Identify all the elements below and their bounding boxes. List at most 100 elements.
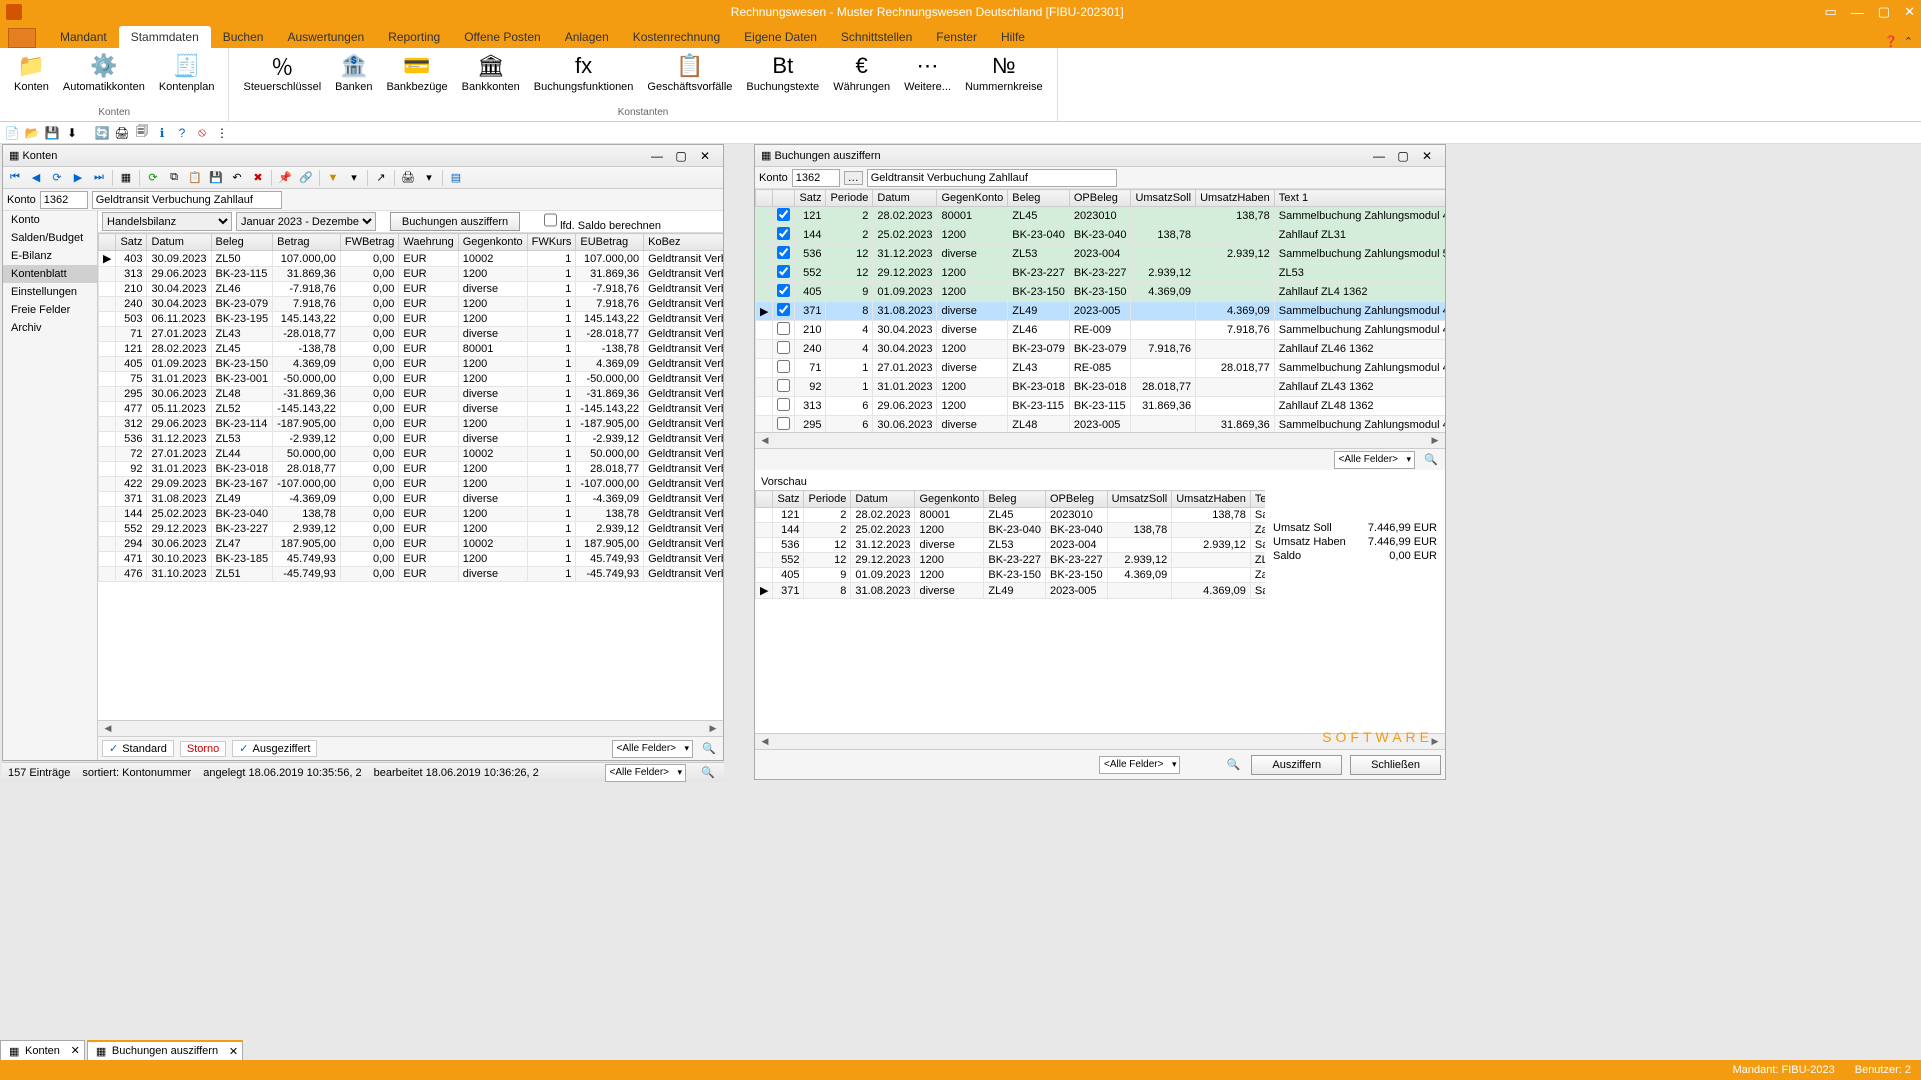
menu-buchen[interactable]: Buchen: [211, 26, 276, 48]
ribbon-buchungsfunktionen[interactable]: fxBuchungsfunktionen: [528, 50, 640, 95]
menu-anlagen[interactable]: Anlagen: [553, 26, 621, 48]
table-row[interactable]: 210430.04.2023diverseZL46RE-0097.918,76S…: [756, 321, 1446, 340]
table-row[interactable]: 40501.09.2023BK-23-1504.369,090,00EUR120…: [99, 357, 724, 372]
ribbon-bankbezge[interactable]: 💳Bankbezüge: [380, 50, 453, 95]
tb-print-icon[interactable]: 🖨: [398, 169, 418, 187]
ribbon-buchungstexte[interactable]: BtBuchungstexte: [740, 50, 825, 95]
table-row[interactable]: 7127.01.2023ZL43-28.018,770,00EURdiverse…: [99, 327, 724, 342]
konten-grid[interactable]: SatzDatumBelegBetragFWBetragWaehrungGege…: [98, 233, 723, 720]
table-row[interactable]: 121228.02.202380001ZL452023010138,78Samm…: [756, 207, 1446, 226]
qat-new-icon[interactable]: 📄: [4, 125, 20, 141]
win-minimize-icon[interactable]: ―: [645, 149, 669, 163]
app-menu-button[interactable]: [8, 28, 36, 48]
maximize-icon[interactable]: ▢: [1878, 4, 1890, 20]
table-row[interactable]: ▶371831.08.2023diverseZL492023-0054.369,…: [756, 583, 1266, 599]
qat-info-icon[interactable]: ℹ: [154, 125, 170, 141]
qat-import-icon[interactable]: ⬇: [64, 125, 80, 141]
table-row[interactable]: 405901.09.20231200BK-23-150BK-23-1504.36…: [756, 283, 1446, 302]
ribbon-automatikkonten[interactable]: ⚙️Automatikkonten: [57, 50, 151, 95]
table-row[interactable]: 29530.06.2023ZL48-31.869,360,00EURdivers…: [99, 387, 724, 402]
ribbon-whrungen[interactable]: €Währungen: [827, 50, 896, 95]
nav-first-icon[interactable]: ⏮: [5, 169, 25, 187]
ribbon-steuerschlssel[interactable]: ％Steuerschlüssel: [237, 50, 327, 95]
menu-kostenrechnung[interactable]: Kostenrechnung: [621, 26, 732, 48]
bilanz-select[interactable]: Handelsbilanz: [102, 212, 232, 231]
tb-delete-icon[interactable]: ✖: [248, 169, 268, 187]
table-row[interactable]: 313629.06.20231200BK-23-115BK-23-11531.8…: [756, 397, 1446, 416]
konto-lookup-button[interactable]: …: [844, 171, 863, 185]
sidebar-item-kontenblatt[interactable]: Kontenblatt: [3, 265, 97, 283]
left-search-icon[interactable]: 🔍: [699, 740, 719, 758]
right-search-icon[interactable]: 🔍: [1421, 451, 1441, 469]
qat-refresh-icon[interactable]: 🔄: [94, 125, 110, 141]
close-icon[interactable]: ✕: [1904, 4, 1915, 20]
row-checkbox[interactable]: [777, 379, 790, 392]
nav-next-icon[interactable]: ▶: [68, 169, 88, 187]
menu-hilfe[interactable]: Hilfe: [989, 26, 1037, 48]
table-row[interactable]: 12128.02.2023ZL45-138,780,00EUR800011-13…: [99, 342, 724, 357]
table-row[interactable]: 144225.02.20231200BK-23-040BK-23-040138,…: [756, 523, 1266, 538]
qat-print-icon[interactable]: 🖨: [114, 125, 130, 141]
schliessen-button[interactable]: Schließen: [1350, 755, 1441, 775]
tab-buchungenausziffern[interactable]: ▦Buchungen ausziffern✕: [87, 1040, 243, 1060]
status-search-icon[interactable]: 🔍: [698, 764, 718, 782]
row-checkbox[interactable]: [777, 417, 790, 430]
table-row[interactable]: 37131.08.2023ZL49-4.369,090,00EURdiverse…: [99, 492, 724, 507]
ribbon-expand-icon[interactable]: ⌃: [1904, 35, 1913, 48]
win-close-icon[interactable]: ✕: [1415, 149, 1439, 163]
tb-copy-icon[interactable]: ⧉: [164, 169, 184, 187]
tb-filter-icon[interactable]: ▼: [323, 169, 343, 187]
tb-pin-icon[interactable]: 📌: [275, 169, 295, 187]
saldo-checkbox[interactable]: [544, 211, 557, 229]
table-row[interactable]: 29430.06.2023ZL47187.905,000,00EUR100021…: [99, 537, 724, 552]
tab-konten[interactable]: ▦Konten✕: [0, 1040, 85, 1060]
row-checkbox[interactable]: [777, 341, 790, 354]
table-row[interactable]: 47130.10.2023BK-23-18545.749,930,00EUR12…: [99, 552, 724, 567]
menu-schnittstellen[interactable]: Schnittstellen: [829, 26, 924, 48]
menu-reporting[interactable]: Reporting: [376, 26, 452, 48]
win-close-icon[interactable]: ✕: [693, 149, 717, 163]
table-row[interactable]: 7531.01.2023BK-23-001-50.000,000,00EUR12…: [99, 372, 724, 387]
table-row[interactable]: 144225.02.20231200BK-23-040BK-23-040138,…: [756, 226, 1446, 245]
minimize-icon[interactable]: ―: [1851, 5, 1864, 20]
table-row[interactable]: 7227.01.2023ZL4450.000,000,00EUR10002150…: [99, 447, 724, 462]
ribbon-kontenplan[interactable]: 🧾Kontenplan: [153, 50, 221, 95]
win-minimize-icon[interactable]: ―: [1367, 149, 1391, 163]
row-checkbox[interactable]: [777, 208, 790, 221]
qat-open-icon[interactable]: 📂: [24, 125, 40, 141]
menu-stammdaten[interactable]: Stammdaten: [119, 26, 211, 48]
tb-save-icon[interactable]: 💾: [206, 169, 226, 187]
tb-link-icon[interactable]: 🔗: [296, 169, 316, 187]
tb-print-dd[interactable]: ▾: [419, 169, 439, 187]
table-row[interactable]: 240430.04.20231200BK-23-079BK-23-0797.91…: [756, 340, 1446, 359]
ribbon-nummernkreise[interactable]: №Nummernkreise: [959, 50, 1049, 95]
win-maximize-icon[interactable]: ▢: [669, 149, 693, 163]
sidebar-item-konto[interactable]: Konto: [3, 211, 97, 229]
tb-filter-dd[interactable]: ▾: [344, 169, 364, 187]
row-checkbox[interactable]: [777, 227, 790, 240]
preview-filter-combo[interactable]: <Alle Felder>: [1099, 756, 1180, 774]
table-row[interactable]: 31229.06.2023BK-23-114-187.905,000,00EUR…: [99, 417, 724, 432]
table-row[interactable]: 121228.02.202380001ZL452023010138,78Sar: [756, 508, 1266, 523]
row-checkbox[interactable]: [777, 303, 790, 316]
tb-settings-icon[interactable]: ▤: [446, 169, 466, 187]
preview-search-icon[interactable]: 🔍: [1223, 756, 1243, 774]
sidebar-item-freiefelder[interactable]: Freie Felder: [3, 301, 97, 319]
konto-name-input[interactable]: [867, 169, 1117, 187]
ribbon-toggle-icon[interactable]: ▭: [1825, 4, 1837, 20]
qat-custom-icon[interactable]: ⋮: [214, 125, 230, 141]
sidebar-item-ebilanz[interactable]: E-Bilanz: [3, 247, 97, 265]
table-row[interactable]: ▶40330.09.2023ZL50107.000,000,00EUR10002…: [99, 251, 724, 267]
konto-input[interactable]: [40, 191, 88, 209]
period-select[interactable]: Januar 2023 - Dezember 2023: [236, 212, 376, 231]
table-row[interactable]: ▶371831.08.2023diverseZL492023-0054.369,…: [756, 302, 1446, 321]
table-row[interactable]: 53631.12.2023ZL53-2.939,120,00EURdiverse…: [99, 432, 724, 447]
table-row[interactable]: 92131.01.20231200BK-23-018BK-23-01828.01…: [756, 378, 1446, 397]
table-row[interactable]: 5361231.12.2023diverseZL532023-0042.939,…: [756, 538, 1266, 553]
menu-auswertungen[interactable]: Auswertungen: [275, 26, 376, 48]
table-row[interactable]: 47705.11.2023ZL52-145.143,220,00EURdiver…: [99, 402, 724, 417]
ausziffern-action-button[interactable]: Ausziffern: [1251, 755, 1342, 775]
tb-undo-icon[interactable]: ↶: [227, 169, 247, 187]
table-row[interactable]: 71127.01.2023diverseZL43RE-08528.018,77S…: [756, 359, 1446, 378]
table-row[interactable]: 295630.06.2023diverseZL482023-00531.869,…: [756, 416, 1446, 433]
